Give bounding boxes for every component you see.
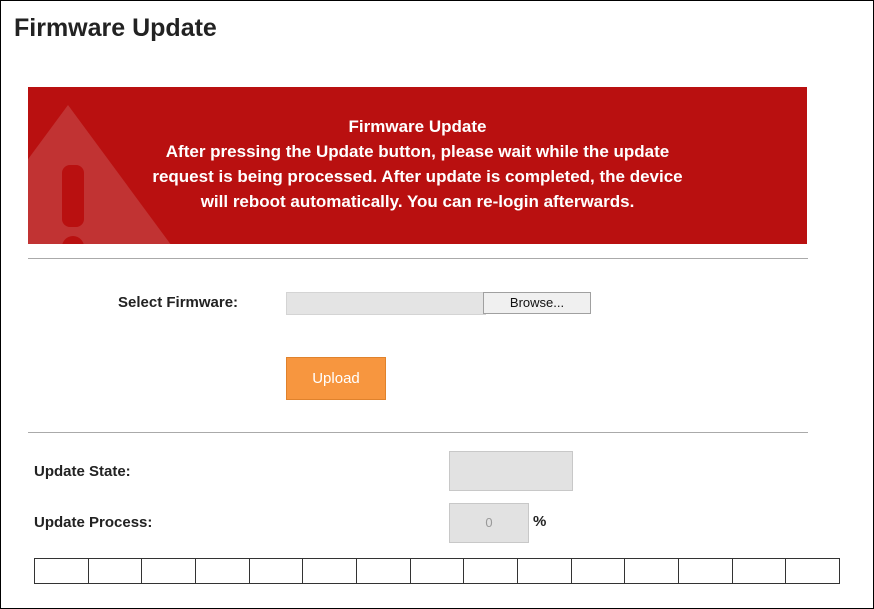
progress-segment xyxy=(89,559,143,583)
percent-sign: % xyxy=(533,513,547,530)
warning-banner: Firmware Update After pressing the Updat… xyxy=(28,87,807,244)
progress-segment xyxy=(625,559,680,583)
progress-segment xyxy=(250,559,304,583)
banner-line: request is being processed. After update… xyxy=(152,167,683,186)
divider xyxy=(28,258,808,259)
banner-line: After pressing the Update button, please… xyxy=(165,142,670,161)
progress-segment xyxy=(572,559,626,583)
page-frame: Firmware Update Firmware Update After pr… xyxy=(0,0,874,609)
progress-segment xyxy=(35,559,89,583)
progress-segment xyxy=(196,559,250,583)
divider xyxy=(28,432,808,433)
progress-segment xyxy=(518,559,572,583)
progress-segment xyxy=(357,559,411,583)
upload-button[interactable]: Upload xyxy=(286,357,386,400)
banner-heading: Firmware Update xyxy=(348,117,487,136)
update-progress-bar xyxy=(34,558,840,584)
progress-segment xyxy=(786,559,839,583)
firmware-file-field[interactable] xyxy=(286,292,486,315)
progress-segment xyxy=(411,559,465,583)
progress-segment xyxy=(142,559,197,583)
update-state-field xyxy=(449,451,573,491)
update-process-label: Update Process: xyxy=(34,514,153,531)
progress-segment xyxy=(464,559,519,583)
page-title: Firmware Update xyxy=(14,14,217,42)
update-process-field: 0 xyxy=(449,503,529,543)
update-state-label: Update State: xyxy=(34,463,131,480)
select-firmware-label: Select Firmware: xyxy=(118,294,239,311)
progress-segment xyxy=(733,559,787,583)
progress-segment xyxy=(679,559,733,583)
progress-segment xyxy=(303,559,358,583)
browse-button[interactable]: Browse... xyxy=(483,292,591,314)
banner-line: will reboot automatically. You can re-lo… xyxy=(200,192,635,211)
